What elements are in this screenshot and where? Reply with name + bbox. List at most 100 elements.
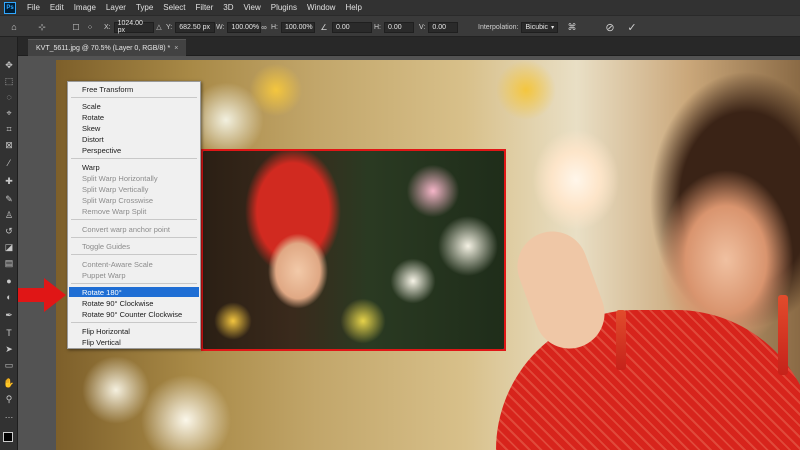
options-bar: ⌂ ⊹ ☐ ⁘ X: 1024.00 px △ Y: 682.50 px W: … — [0, 15, 800, 37]
menu-edit[interactable]: Edit — [45, 3, 69, 12]
commit-transform-icon[interactable]: ✓ — [626, 21, 638, 34]
interpolation-select[interactable]: Bicubic ▾ — [521, 21, 559, 33]
menu-divider — [71, 237, 197, 238]
menu-item-split-warp-horizontally: Split Warp Horizontally — [82, 173, 158, 183]
angle-icon: ∠ — [320, 22, 328, 32]
red-arrow-annotation-icon — [18, 278, 66, 312]
menu-divider — [71, 322, 197, 323]
menu-divider — [71, 219, 197, 220]
menu-item-rotate-180[interactable]: Rotate 180° — [69, 287, 199, 297]
gradient-tool-icon[interactable]: ▤ — [3, 257, 15, 269]
clone-stamp-tool-icon[interactable]: ♙ — [3, 209, 15, 221]
blur-tool-icon[interactable]: ● — [3, 275, 15, 287]
brush-tool-icon[interactable]: ✎ — [3, 193, 15, 205]
menu-divider — [71, 158, 197, 159]
menu-item-skew[interactable]: Skew — [69, 123, 199, 133]
menu-item-warp[interactable]: Warp — [69, 162, 199, 172]
lasso-tool-icon[interactable]: ◌ — [3, 91, 15, 103]
chevron-down-icon: ▾ — [551, 24, 555, 31]
rotated-selection-preview[interactable] — [201, 149, 506, 351]
v-skew-field[interactable]: 0.00 — [428, 21, 459, 33]
transform-context-menu: Free Transform Scale Rotate Skew Distort… — [67, 81, 201, 349]
menu-item-flip-horizontal[interactable]: Flip Horizontal — [69, 326, 199, 336]
interpolation-value: Bicubic — [525, 23, 549, 31]
pen-tool-icon[interactable]: ✒ — [3, 309, 15, 321]
menu-item-free-transform[interactable]: Free Transform — [69, 84, 199, 94]
menu-image[interactable]: Image — [69, 3, 101, 12]
transform-handle[interactable] — [203, 151, 204, 152]
menu-item-rotate-90-counter-clockwise[interactable]: Rotate 90° Counter Clockwise — [69, 309, 199, 319]
home-icon[interactable]: ⌂ — [8, 21, 20, 33]
warp-mode-icon[interactable]: ⌘ — [566, 21, 578, 33]
quick-selection-tool-icon[interactable]: ⌖ — [3, 107, 15, 119]
link-aspect-icon[interactable]: ∞ — [258, 21, 270, 33]
transform-handle[interactable] — [503, 151, 504, 152]
menu-layer[interactable]: Layer — [101, 3, 131, 12]
angle-field[interactable]: 0.00 — [332, 21, 372, 33]
menu-item-toggle-guides: Toggle Guides — [82, 241, 130, 251]
menu-select[interactable]: Select — [158, 3, 190, 12]
v-skew-label: V: — [419, 23, 426, 31]
x-label: X: — [104, 23, 111, 31]
tools-panel: ✥ ⬚ ◌ ⌖ ⌗ ⊠ ⁄ ✚ ✎ ♙ ↺ ◪ ▤ ● ◐ ✒ T ➤ ▭ ✋ … — [0, 37, 18, 450]
menu-item-flip-vertical[interactable]: Flip Vertical — [69, 337, 199, 347]
menu-window[interactable]: Window — [302, 3, 340, 12]
menu-item-distort[interactable]: Distort — [69, 134, 199, 144]
history-brush-tool-icon[interactable]: ↺ — [3, 225, 15, 237]
foreground-color-swatch[interactable] — [3, 432, 13, 442]
menu-item-convert-warp-anchor-point: Convert warp anchor point — [82, 224, 170, 234]
crop-tool-icon[interactable]: ⌗ — [3, 123, 15, 135]
menu-item-split-warp-crosswise: Split Warp Crosswise — [82, 195, 153, 205]
y-label: Y: — [166, 23, 173, 31]
marquee-tool-icon[interactable]: ⬚ — [3, 75, 15, 87]
document-tab-title: KVT_5611.jpg @ 70.5% (Layer 0, RGB/8) * — [36, 44, 171, 52]
document-tab[interactable]: KVT_5611.jpg @ 70.5% (Layer 0, RGB/8) * … — [28, 39, 187, 56]
menu-help[interactable]: Help — [340, 3, 366, 12]
move-tool-icon[interactable]: ✥ — [3, 59, 15, 71]
interpolation-label: Interpolation: — [478, 23, 519, 31]
eyedropper-tool-icon[interactable]: ⁄ — [3, 157, 15, 169]
height-field[interactable]: 100.00% — [281, 21, 315, 33]
menu-type[interactable]: Type — [131, 3, 158, 12]
h-label: H: — [271, 23, 278, 31]
more-tools-icon[interactable]: … — [3, 409, 15, 421]
reference-point-grid-icon[interactable]: ⁘ — [84, 21, 96, 33]
type-tool-icon[interactable]: T — [3, 327, 15, 339]
transform-handle[interactable] — [203, 348, 204, 349]
width-field[interactable]: 100.00% — [227, 21, 262, 33]
tassel-earring-image — [616, 310, 626, 370]
transform-handle[interactable] — [503, 348, 504, 349]
x-position-field[interactable]: 1024.00 px — [113, 20, 154, 34]
photoshop-logo-icon: Ps — [4, 1, 16, 14]
cancel-transform-icon[interactable]: ⊘ — [604, 21, 616, 34]
shape-tool-icon[interactable]: ▭ — [3, 359, 15, 371]
photoshop-window: Ps File Edit Image Layer Type Select Fil… — [0, 0, 800, 450]
reference-point-checkbox[interactable]: ☐ — [70, 21, 82, 33]
menu-item-rotate-90-clockwise[interactable]: Rotate 90° Clockwise — [69, 298, 199, 308]
w-label: W: — [216, 23, 225, 31]
menu-item-rotate[interactable]: Rotate — [69, 112, 199, 122]
menu-item-remove-warp-split: Remove Warp Split — [82, 206, 147, 216]
frame-tool-icon[interactable]: ⊠ — [3, 139, 15, 151]
healing-brush-tool-icon[interactable]: ✚ — [3, 175, 15, 187]
eraser-tool-icon[interactable]: ◪ — [3, 241, 15, 253]
dodge-tool-icon[interactable]: ◐ — [3, 291, 15, 303]
hand-tool-icon[interactable]: ✋ — [3, 377, 15, 389]
close-icon[interactable]: × — [174, 45, 178, 52]
y-position-field[interactable]: 682.50 px — [175, 21, 216, 33]
menu-bar: Ps File Edit Image Layer Type Select Fil… — [0, 0, 800, 15]
menu-plugins[interactable]: Plugins — [266, 3, 302, 12]
menu-3d[interactable]: 3D — [218, 3, 238, 12]
menu-file[interactable]: File — [22, 3, 45, 12]
menu-filter[interactable]: Filter — [191, 3, 219, 12]
menu-view[interactable]: View — [239, 3, 266, 12]
move-tool-preset-icon[interactable]: ⊹ — [36, 21, 48, 33]
menu-divider — [71, 97, 197, 98]
relative-position-icon[interactable]: △ — [153, 21, 165, 33]
menu-divider — [71, 283, 197, 284]
menu-item-perspective[interactable]: Perspective — [69, 145, 199, 155]
path-selection-tool-icon[interactable]: ➤ — [3, 343, 15, 355]
menu-item-scale[interactable]: Scale — [69, 101, 199, 111]
h-skew-field[interactable]: 0.00 — [384, 21, 414, 33]
zoom-tool-icon[interactable]: ⚲ — [3, 393, 15, 405]
